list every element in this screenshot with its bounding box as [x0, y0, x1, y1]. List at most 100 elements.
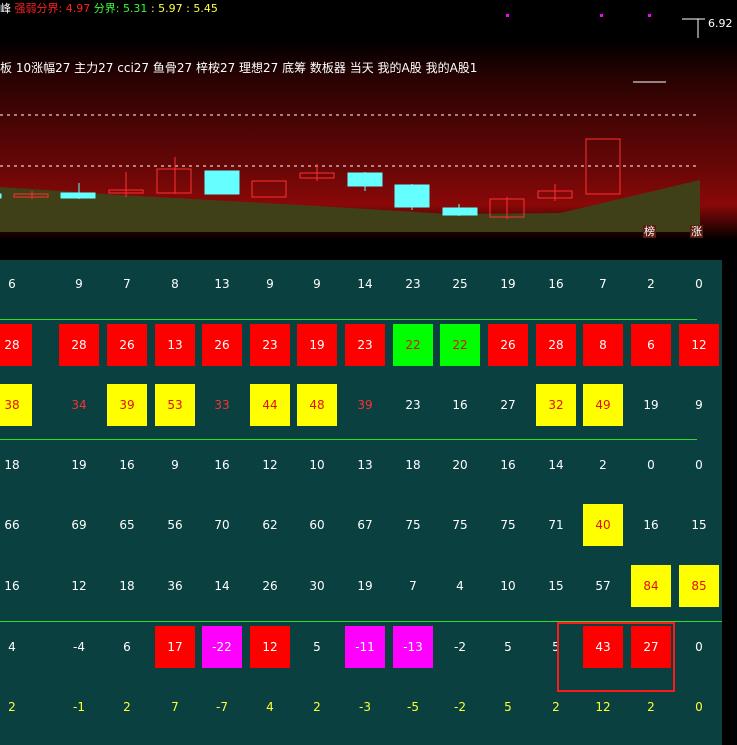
grid-cell: 15 — [691, 518, 707, 532]
grid-cell: 26 — [488, 324, 528, 366]
value-sep-2: : — [186, 2, 190, 15]
grid-cell: 39 — [357, 398, 373, 412]
grid-cell: 75 — [452, 518, 468, 532]
grid-cell: 85 — [679, 565, 719, 607]
grid-cell: 19 — [643, 398, 659, 412]
grid-cell: 2 — [8, 700, 16, 714]
grid-cell: -2 — [454, 640, 466, 654]
grid-cell: 2 — [647, 277, 655, 291]
grid-cell: 0 — [647, 458, 655, 472]
grid-cell: 75 — [405, 518, 421, 532]
grid-cell: 2 — [552, 700, 560, 714]
grid-cell: 7 — [171, 700, 179, 714]
divider-line — [0, 439, 697, 440]
grid-cell: 65 — [119, 518, 135, 532]
grid-cell: 23 — [345, 324, 385, 366]
data-grid-panel: 6 9 7 8 13 9 9 14 23 25 19 16 7 2 0 28 28 26 13 26 23 19 23 22 2… — [0, 260, 722, 745]
grid-cell: 71 — [548, 518, 564, 532]
grid-cell: 18 — [119, 579, 135, 593]
grid-cell: 69 — [71, 518, 87, 532]
grid-cell: 13 — [155, 324, 195, 366]
grid-cell: 44 — [250, 384, 290, 426]
grid-cell: 12 — [71, 579, 87, 593]
grid-cell: 38 — [0, 384, 32, 426]
grid-cell: 2 — [313, 700, 321, 714]
candlestick-chart-area[interactable]: 峰 强弱分界: 4.97 分界: 5.31 : 5.97 : 5.45 6.92… — [0, 0, 737, 240]
divider-value: 5.31 — [122, 2, 148, 15]
grid-cell: 19 — [71, 458, 87, 472]
grid-cell: 18 — [405, 458, 421, 472]
grid-cell: 9 — [266, 277, 274, 291]
grid-cell: 5 — [504, 640, 512, 654]
grid-cell: 62 — [262, 518, 278, 532]
grid-cell: 56 — [167, 518, 183, 532]
candle-down — [394, 184, 430, 208]
grid-cell: 23 — [250, 324, 290, 366]
rise-tag[interactable]: 涨 — [690, 225, 703, 238]
grid-cell: 5 — [504, 700, 512, 714]
grid-cell: 5 — [313, 640, 321, 654]
grid-cell: 6 — [123, 640, 131, 654]
grid-cell: -1 — [73, 700, 85, 714]
indicator-header: 峰 强弱分界: 4.97 分界: 5.31 : 5.97 : 5.45 — [0, 0, 218, 16]
grid-cell: 2 — [123, 700, 131, 714]
grid-cell: 70 — [214, 518, 230, 532]
grid-cell: 16 — [548, 277, 564, 291]
grid-cell: 28 — [59, 324, 99, 366]
grid-cell: 18 — [4, 458, 20, 472]
grid-cell: 16 — [4, 579, 20, 593]
indicator-menu[interactable]: 板 10涨幅27 主力27 cci27 鱼骨27 梓桉27 理想27 底筹 数板… — [0, 59, 477, 76]
grid-cell: 0 — [695, 277, 703, 291]
grid-cell: 0 — [695, 458, 703, 472]
price-label: 6.92 — [708, 17, 733, 30]
grid-cell: 22 — [393, 324, 433, 366]
grid-cell: 26 — [107, 324, 147, 366]
grid-cell: 36 — [167, 579, 183, 593]
candle-down — [204, 170, 240, 195]
value-3: 5.45 — [193, 2, 218, 15]
grid-cell: 49 — [583, 384, 623, 426]
rank-tag[interactable]: 榜 — [643, 225, 656, 238]
strong-weak-label: 强弱分界: — [14, 2, 63, 15]
candle-down — [442, 207, 478, 216]
grid-cell: 4 — [8, 640, 16, 654]
grid-cell: -3 — [359, 700, 371, 714]
value-sep-1: : — [150, 2, 155, 15]
grid-cell: 16 — [214, 458, 230, 472]
grid-cell: 66 — [4, 518, 20, 532]
grid-cell: 2 — [599, 458, 607, 472]
grid-cell: 20 — [452, 458, 468, 472]
grid-cell: 9 — [313, 277, 321, 291]
grid-cell: 22 — [440, 324, 480, 366]
grid-cell: 12 — [679, 324, 719, 366]
signal-dot — [648, 14, 651, 17]
grid-cell: 60 — [309, 518, 325, 532]
grid-cell: 10 — [309, 458, 325, 472]
grid-cell: 40 — [583, 504, 623, 546]
grid-cell: 12 — [595, 700, 611, 714]
grid-cell: 23 — [405, 277, 421, 291]
grid-cell: 39 — [107, 384, 147, 426]
grid-cell: -13 — [393, 626, 433, 668]
grid-cell: 25 — [452, 277, 468, 291]
grid-cell: 8 — [171, 277, 179, 291]
grid-cell: 6 — [8, 277, 16, 291]
grid-cell: 15 — [548, 579, 564, 593]
strong-weak-value: 4.97 — [65, 2, 91, 15]
grid-cell: 2 — [647, 700, 655, 714]
grid-cell: 17 — [155, 626, 195, 668]
grid-cell: 7 — [599, 277, 607, 291]
grid-cell: -7 — [216, 700, 228, 714]
grid-cell: 19 — [297, 324, 337, 366]
candle-up — [251, 180, 287, 198]
grid-cell: -2 — [454, 700, 466, 714]
grid-cell: 14 — [548, 458, 564, 472]
grid-cell: 16 — [452, 398, 468, 412]
grid-cell: 23 — [405, 398, 421, 412]
grid-cell: 57 — [595, 579, 611, 593]
candle-down — [0, 193, 2, 199]
grid-cell: -22 — [202, 626, 242, 668]
grid-cell: 7 — [409, 579, 417, 593]
grid-cell: 19 — [500, 277, 516, 291]
header-prefix: 峰 — [0, 2, 11, 15]
